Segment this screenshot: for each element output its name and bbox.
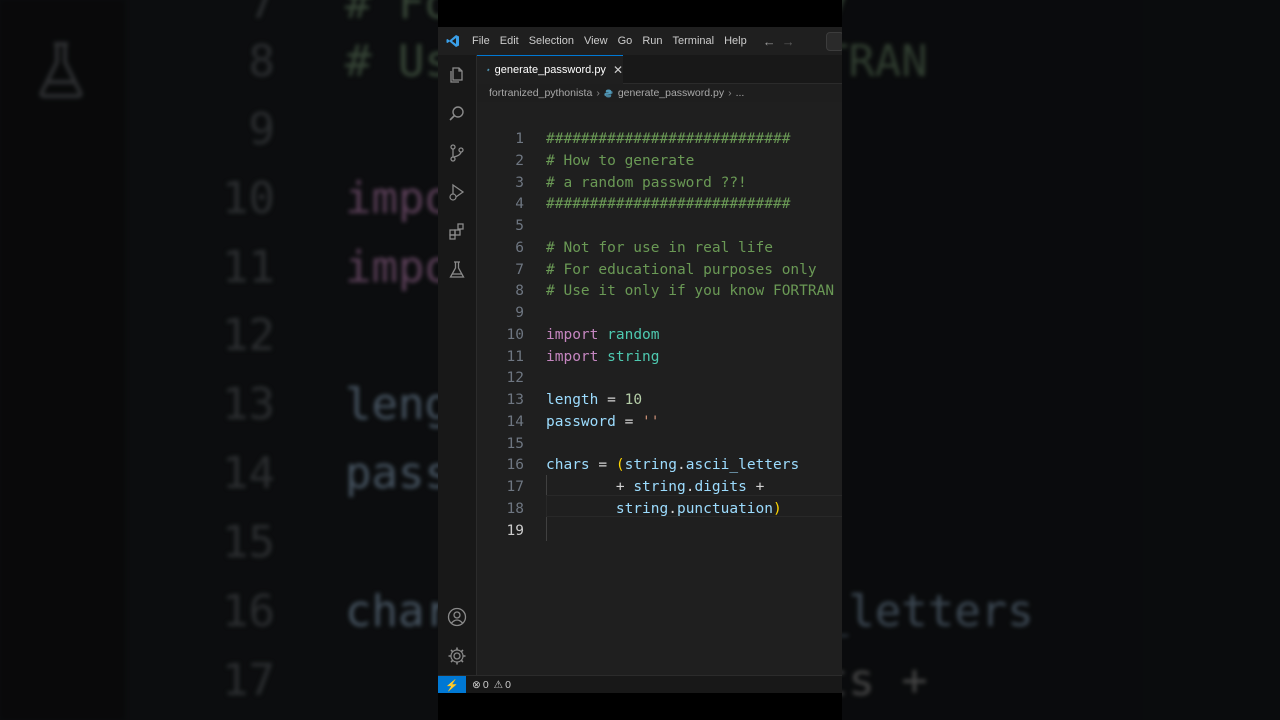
run-debug-icon[interactable] (447, 182, 467, 202)
code-punctuation: string.punctuation) (615, 501, 782, 517)
menu-selection[interactable]: Selection (529, 35, 582, 47)
tab-close-icon[interactable]: ✕ (613, 63, 623, 77)
code-line: 6 # Not for use in real life (515, 240, 773, 256)
settings-gear-icon[interactable] (447, 646, 467, 666)
tab-bar: generate_password.py ✕ (477, 55, 842, 84)
explorer-icon[interactable] (447, 65, 467, 85)
chevron-right-icon: › (728, 87, 732, 99)
code-import-string: import string (546, 349, 660, 365)
code-password: password = '' (546, 414, 660, 430)
breadcrumb-folder[interactable]: fortranized_pythonista (489, 87, 592, 99)
remote-indicator-icon[interactable]: ⚡ (438, 676, 466, 693)
code-line: 11 import string (477, 346, 842, 368)
status-bar: ⚡ ⊗ 0 ⚠ 0 (438, 675, 842, 693)
code-line: 7 # For educational purposes only (515, 262, 817, 278)
menu-run[interactable]: Run (642, 35, 670, 47)
code-line: 2 # How to generate (515, 153, 695, 169)
title-bar: File Edit Selection View Go Run Terminal… (438, 27, 842, 55)
code-editor[interactable]: 1 ############################ 2 # How to … (477, 102, 842, 675)
back-arrow-icon[interactable]: ← (763, 34, 776, 49)
error-count: 0 (482, 679, 489, 691)
breadcrumb: fortranized_pythonista › generate_passwo… (477, 84, 842, 102)
code-line: 15 (506, 436, 524, 452)
code-line: 18 string.punctuation) (477, 498, 842, 520)
code-line: 3 # a random password ??! (515, 175, 747, 191)
code-line: 4 ############################ (515, 196, 791, 212)
vscode-window: File Edit Selection View Go Run Terminal… (438, 27, 842, 693)
menu-go[interactable]: Go (618, 35, 641, 47)
menu-bar: File Edit Selection View Go Run Terminal… (472, 35, 757, 47)
code-line: 17 + string.digits + (477, 476, 842, 498)
code-line: 5 (515, 218, 524, 234)
code-line: 16 chars = (string.ascii_letters (477, 454, 842, 476)
problems-indicator[interactable]: ⊗ 0 ⚠ 0 (472, 679, 511, 691)
code-line: 10 import random (477, 324, 842, 346)
python-file-icon (604, 88, 613, 98)
menu-help[interactable]: Help (724, 35, 755, 47)
menu-terminal[interactable]: Terminal (673, 35, 723, 47)
breadcrumb-file[interactable]: generate_password.py (618, 87, 724, 99)
menu-view[interactable]: View (584, 35, 616, 47)
tab-label: generate_password.py (494, 64, 606, 76)
tab-generate-password[interactable]: generate_password.py ✕ (477, 55, 623, 84)
search-icon[interactable] (447, 104, 467, 124)
extensions-icon[interactable] (447, 221, 467, 241)
code-import-random: import random (546, 327, 660, 343)
accounts-icon[interactable] (447, 607, 467, 627)
code-line: 8 # Use it only if you know FORTRAN (515, 283, 835, 299)
breadcrumb-more[interactable]: ... (736, 87, 745, 99)
code-line: 9 (515, 305, 524, 321)
code-line: 19 (506, 523, 524, 539)
code-line: 14 password = '' (477, 411, 842, 433)
forward-arrow-icon[interactable]: → (782, 34, 795, 49)
warning-count: 0 (505, 679, 511, 691)
error-icon: ⊗ (472, 679, 481, 691)
code-length: length = 10 (546, 392, 643, 408)
warning-icon: ⚠ (493, 679, 504, 691)
code-line: 1 ############################ (515, 131, 791, 147)
vscode-logo-icon (446, 35, 459, 47)
chevron-right-icon: › (596, 87, 600, 99)
code-line: 12 (506, 370, 524, 386)
activity-bar: 1 (438, 55, 477, 692)
code-chars: chars = (string.ascii_letters (546, 457, 800, 473)
testing-flask-icon[interactable] (447, 260, 467, 280)
code-digits: + string.digits + (615, 479, 765, 495)
python-file-icon (487, 68, 490, 72)
source-control-icon[interactable] (447, 143, 467, 163)
menu-file[interactable]: File (472, 35, 498, 47)
code-line: 13 length = 10 (477, 389, 842, 411)
menu-edit[interactable]: Edit (500, 35, 527, 47)
command-center-input[interactable] (826, 32, 842, 51)
